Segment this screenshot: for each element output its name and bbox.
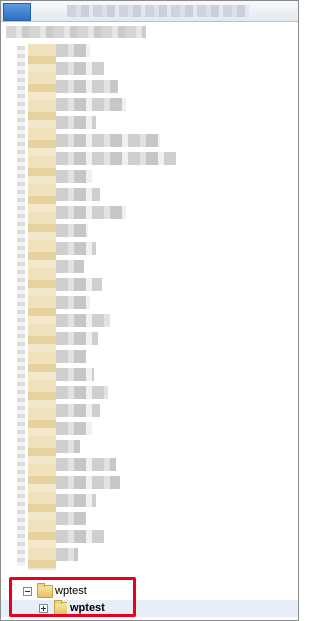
redacted-labels: [56, 44, 186, 570]
red-annotation-box: [9, 577, 136, 617]
redacted-folder-icons: [28, 44, 56, 570]
redacted-tree-lines: [17, 46, 25, 566]
header-bar: [1, 1, 298, 22]
tree-view-panel: wptest wptest: [0, 0, 299, 621]
redacted-header-text: [67, 5, 249, 17]
redacted-root-row: [6, 26, 146, 38]
redacted-tree-content: [1, 22, 298, 574]
header-tab[interactable]: [3, 3, 31, 21]
